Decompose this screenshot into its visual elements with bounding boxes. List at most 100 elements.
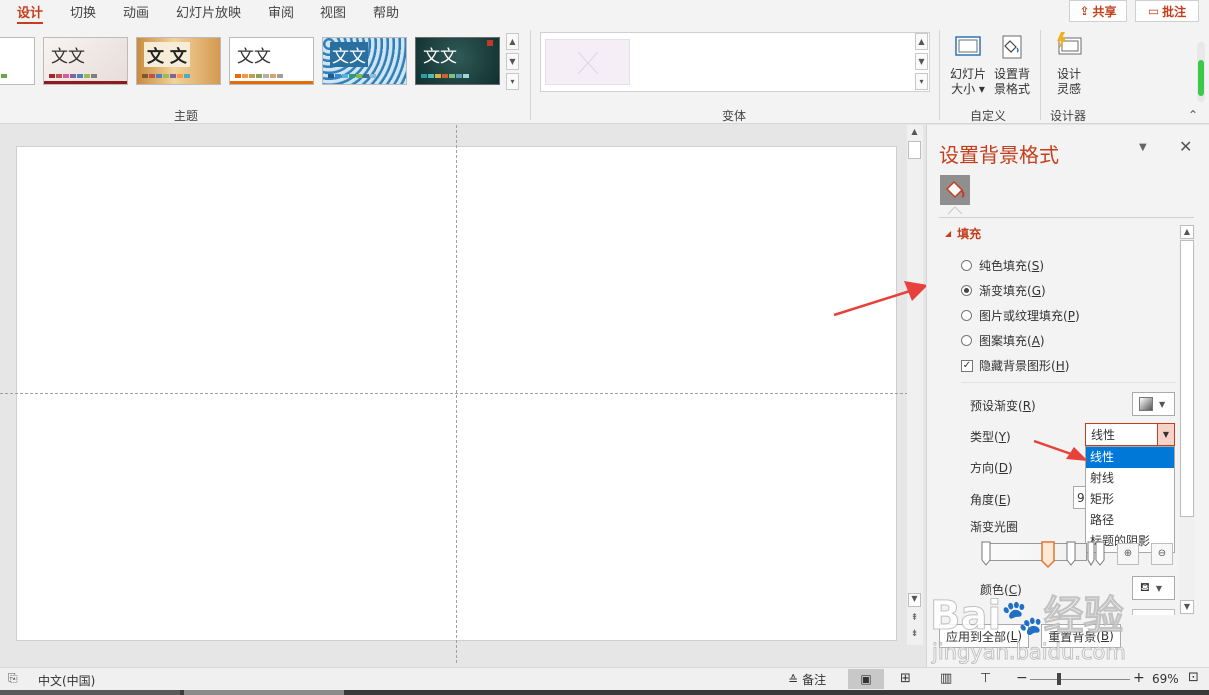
theme-thumbnail[interactable] (0, 37, 35, 85)
scroll-thumb[interactable] (908, 141, 921, 159)
variants-scroll-down-button[interactable]: ▼ (915, 53, 928, 70)
gallery-scroll-up-button[interactable]: ▲ (506, 33, 519, 50)
dropdown-arrow-icon: ▼ (1159, 399, 1166, 409)
fit-slide-icon[interactable]: ⊡ (1188, 670, 1199, 685)
next-slide-icon[interactable]: ⇟ (908, 628, 921, 640)
zoom-slider-thumb[interactable] (1057, 673, 1061, 685)
design-ideas-label: 设计 (1056, 67, 1081, 81)
comments-button[interactable]: ▭ 批注 (1135, 0, 1199, 22)
slide-sorter-icon[interactable]: ⊞ (900, 671, 911, 686)
add-gradient-stop-icon[interactable]: ⊕ (1117, 543, 1139, 565)
collapse-ribbon-icon[interactable]: ⌃ (1188, 108, 1198, 122)
type-option-linear[interactable]: 线性 (1086, 447, 1174, 468)
fill-picture-option[interactable]: 图片或纹理填充(P) (961, 307, 1080, 324)
horizontal-guide[interactable] (0, 393, 908, 394)
fill-category-button[interactable] (940, 175, 970, 205)
pane-scroll-down-arrow-icon[interactable]: ▼ (1180, 600, 1194, 614)
watermark-brand: Bai (929, 593, 1002, 640)
gradient-color-picker[interactable]: ⛾ ▼ (1132, 576, 1175, 600)
editor-vertical-scrollbar[interactable]: ▲ ▼ ⇞ ⇟ (907, 125, 923, 645)
close-icon[interactable]: ✕ (1179, 137, 1192, 156)
tab-view[interactable]: 视图 (320, 2, 346, 21)
zoom-out-icon[interactable]: − (1016, 670, 1028, 686)
zoom-slider-track[interactable] (1030, 679, 1130, 680)
type-option-path[interactable]: 路径 (1086, 510, 1174, 531)
taskbar-item[interactable] (184, 690, 344, 695)
gradient-stop-handle-icon[interactable] (981, 541, 991, 567)
tab-design[interactable]: 设计 (17, 2, 44, 25)
gradient-stop-handle-icon[interactable] (1087, 541, 1105, 567)
share-button[interactable]: ⇪ 共享 (1069, 0, 1127, 22)
reading-view-icon[interactable]: ▥ (940, 671, 952, 686)
pane-scrollbar[interactable]: ▲ ▼ (1179, 225, 1195, 615)
hide-background-checkbox[interactable]: ✓ (961, 359, 973, 372)
dropdown-arrow-icon[interactable]: ▼ (1157, 424, 1174, 445)
scroll-down-arrow-icon[interactable]: ▼ (908, 593, 921, 607)
gradient-stop-selected-icon[interactable] (1041, 541, 1055, 569)
pane-scroll-up-arrow-icon[interactable]: ▲ (1180, 225, 1194, 239)
slide-size-button[interactable]: 幻灯片 大小 ▾ (947, 32, 989, 97)
tab-animations[interactable]: 动画 (123, 2, 149, 21)
format-background-button[interactable]: 设置背 景格式 (991, 32, 1033, 97)
gradient-stops-label: 渐变光圈 (970, 520, 1019, 534)
comment-icon: ▭ (1147, 4, 1160, 18)
theme-thumbnail[interactable]: 文 文 (136, 37, 221, 85)
variant-thumbnail[interactable] (545, 39, 630, 85)
zoom-in-icon[interactable]: + (1133, 670, 1145, 686)
spelling-check-icon[interactable]: ⎘ (8, 671, 18, 686)
normal-view-icon[interactable]: ▣ (848, 669, 884, 689)
expand-triangle-icon: ◢ (945, 229, 952, 238)
theme-thumbnail[interactable]: 文文 (229, 37, 314, 85)
taskbar-item[interactable] (0, 690, 180, 695)
fill-section-header[interactable]: ◢ 填充 (945, 225, 981, 242)
variants-more-button[interactable]: ▾ (915, 73, 928, 90)
preset-gradient-label-row: 预设渐变(R) (970, 397, 1036, 414)
gallery-scroll-down-button[interactable]: ▼ (506, 53, 519, 70)
side-indicator-track (1197, 42, 1205, 102)
direction-label: 方向( (970, 461, 999, 475)
type-option-radial[interactable]: 射线 (1086, 468, 1174, 489)
fill-picture-radio[interactable] (961, 310, 972, 321)
pane-scroll-thumb[interactable] (1180, 240, 1194, 517)
scroll-up-arrow-icon[interactable]: ▲ (908, 127, 921, 141)
themes-group-label: 主题 (174, 109, 199, 123)
gradient-stop-handle-icon[interactable] (1066, 541, 1076, 567)
variants-scroll-up-button[interactable]: ▲ (915, 33, 928, 50)
tab-transitions[interactable]: 切换 (70, 2, 96, 21)
format-background-icon (1002, 35, 1022, 59)
type-option-rectangular[interactable]: 矩形 (1086, 489, 1174, 510)
fill-solid-option[interactable]: 纯色填充(S) (961, 257, 1044, 274)
previous-slide-icon[interactable]: ⇞ (908, 612, 921, 624)
gallery-more-button[interactable]: ▾ (506, 73, 519, 90)
fill-pattern-option[interactable]: 图案填充(A) (961, 332, 1045, 349)
fill-gradient-option[interactable]: 渐变填充(G) (961, 282, 1046, 299)
tab-slideshow[interactable]: 幻灯片放映 (176, 2, 241, 21)
preset-gradient-dropdown[interactable]: ▼ (1132, 392, 1175, 416)
design-ideas-button[interactable]: 设计 灵感 (1048, 32, 1090, 97)
ribbon-tab-bar: 设计 切换 动画 幻灯片放映 审阅 视图 帮助 ⇪ 共享 ▭ 批注 (0, 0, 1209, 25)
notes-button[interactable]: ≙ 备注 (788, 671, 826, 688)
tab-review[interactable]: 审阅 (268, 2, 294, 21)
tab-help[interactable]: 帮助 (373, 2, 399, 21)
hide-background-option[interactable]: ✓ 隐藏背景图形(H) (961, 357, 1069, 374)
zoom-level[interactable]: 69% (1152, 672, 1179, 686)
fill-solid-radio[interactable] (961, 260, 972, 271)
watermark-brand-2: 经验 (1043, 593, 1124, 640)
gradient-type-select[interactable]: 线性 ▼ (1085, 423, 1175, 446)
label-close-paren: ) (1006, 429, 1011, 444)
vertical-guide[interactable] (456, 125, 457, 663)
theme-thumbnail[interactable]: 文文 (415, 37, 500, 85)
group-divider (939, 30, 940, 120)
slideshow-view-icon[interactable]: ⊤ (980, 671, 991, 686)
angle-input[interactable]: 9 (1073, 486, 1085, 509)
share-icon: ⇪ (1079, 4, 1090, 18)
language-indicator[interactable]: 中文(中国) (38, 672, 95, 689)
fill-gradient-radio[interactable] (961, 285, 972, 296)
theme-thumbnail[interactable]: 文文 (322, 37, 407, 85)
design-ideas-label-2: 灵感 (1056, 82, 1081, 96)
fill-pattern-radio[interactable] (961, 335, 972, 346)
theme-thumbnail[interactable]: 文文 (43, 37, 128, 85)
remove-gradient-stop-icon[interactable]: ⊖ (1151, 543, 1173, 565)
fill-bucket-icon (945, 180, 965, 199)
pane-options-chevron-icon[interactable]: ▼ (1139, 142, 1147, 153)
